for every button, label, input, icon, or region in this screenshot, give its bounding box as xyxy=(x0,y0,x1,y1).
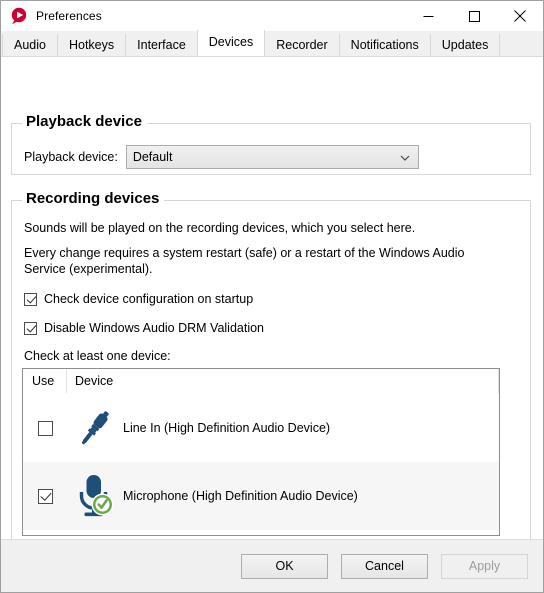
tab-devices[interactable]: Devices xyxy=(196,30,266,56)
column-header-device: Device xyxy=(75,374,114,388)
playback-device-label: Playback device: xyxy=(24,150,118,164)
title-bar: Preferences xyxy=(1,1,543,31)
check-device-configuration-label: Check device configuration on startup xyxy=(44,292,254,306)
recording-description-2: Every change requires a system restart (… xyxy=(24,246,465,276)
window-controls xyxy=(405,1,543,31)
tab-hotkeys[interactable]: Hotkeys xyxy=(57,34,127,56)
column-header-use: Use xyxy=(23,369,67,393)
microphone-device-label: Microphone (High Definition Audio Device… xyxy=(123,489,358,503)
maximize-icon[interactable] xyxy=(451,1,497,31)
line-in-use-cell xyxy=(23,420,67,436)
playback-device-group: Playback device Playback device: Default xyxy=(11,113,531,175)
app-logo-icon xyxy=(10,7,28,25)
line-in-use-checkbox[interactable] xyxy=(37,420,53,436)
cancel-button[interactable]: Cancel xyxy=(341,553,428,579)
tab-audio[interactable]: Audio xyxy=(2,34,58,56)
tab-bar: Audio Hotkeys Interface Devices Recorder… xyxy=(1,30,543,57)
device-list-header: Use Device xyxy=(23,369,499,394)
devices-tab-panel: Playback device Playback device: Default… xyxy=(1,57,543,539)
recording-devices-group: Recording devices Sounds will be played … xyxy=(11,190,531,539)
tab-notifications[interactable]: Notifications xyxy=(339,34,431,56)
chevron-down-icon xyxy=(400,152,410,162)
playback-group-title: Playback device xyxy=(22,113,147,130)
recording-group-title: Recording devices xyxy=(22,190,165,207)
recording-description-1: Sounds will be played on the recording d… xyxy=(24,221,416,235)
tab-recorder[interactable]: Recorder xyxy=(265,34,340,56)
disable-drm-validation-checkbox[interactable] xyxy=(24,321,37,335)
table-row[interactable]: Microphone (High Definition Audio Device… xyxy=(23,462,499,530)
microphone-use-checkbox[interactable] xyxy=(37,488,53,504)
tab-interface[interactable]: Interface xyxy=(126,34,198,56)
ok-button[interactable]: OK xyxy=(241,553,328,579)
tab-updates[interactable]: Updates xyxy=(430,34,501,56)
line-in-device-label: Line In (High Definition Audio Device) xyxy=(123,421,331,435)
minimize-icon[interactable] xyxy=(405,1,451,31)
disable-drm-validation-label: Disable Windows Audio DRM Validation xyxy=(44,321,265,335)
window-title: Preferences xyxy=(36,9,102,23)
close-icon[interactable] xyxy=(497,1,543,31)
microphone-icon xyxy=(67,473,123,519)
check-device-configuration-checkbox[interactable] xyxy=(24,292,37,306)
device-list[interactable]: Use Device Line In (High Definition Audi… xyxy=(22,368,500,536)
preferences-window: Preferences Audio Hotkeys Interface Devi… xyxy=(0,0,544,593)
check-device-configuration-checkbox-row[interactable]: Check device configuration on startup xyxy=(24,292,253,306)
dialog-footer: OK Cancel Apply xyxy=(1,539,543,592)
table-row[interactable]: Line In (High Definition Audio Device) xyxy=(23,394,499,462)
list-instruction-label: Check at least one device: xyxy=(24,349,171,363)
apply-button: Apply xyxy=(441,553,528,579)
disable-drm-validation-checkbox-row[interactable]: Disable Windows Audio DRM Validation xyxy=(24,321,264,335)
playback-device-select[interactable]: Default xyxy=(125,145,419,169)
audio-jack-icon xyxy=(67,406,123,450)
playback-device-value: Default xyxy=(132,150,173,164)
microphone-use-cell xyxy=(23,488,67,504)
playback-device-row: Playback device: Default xyxy=(24,145,419,169)
